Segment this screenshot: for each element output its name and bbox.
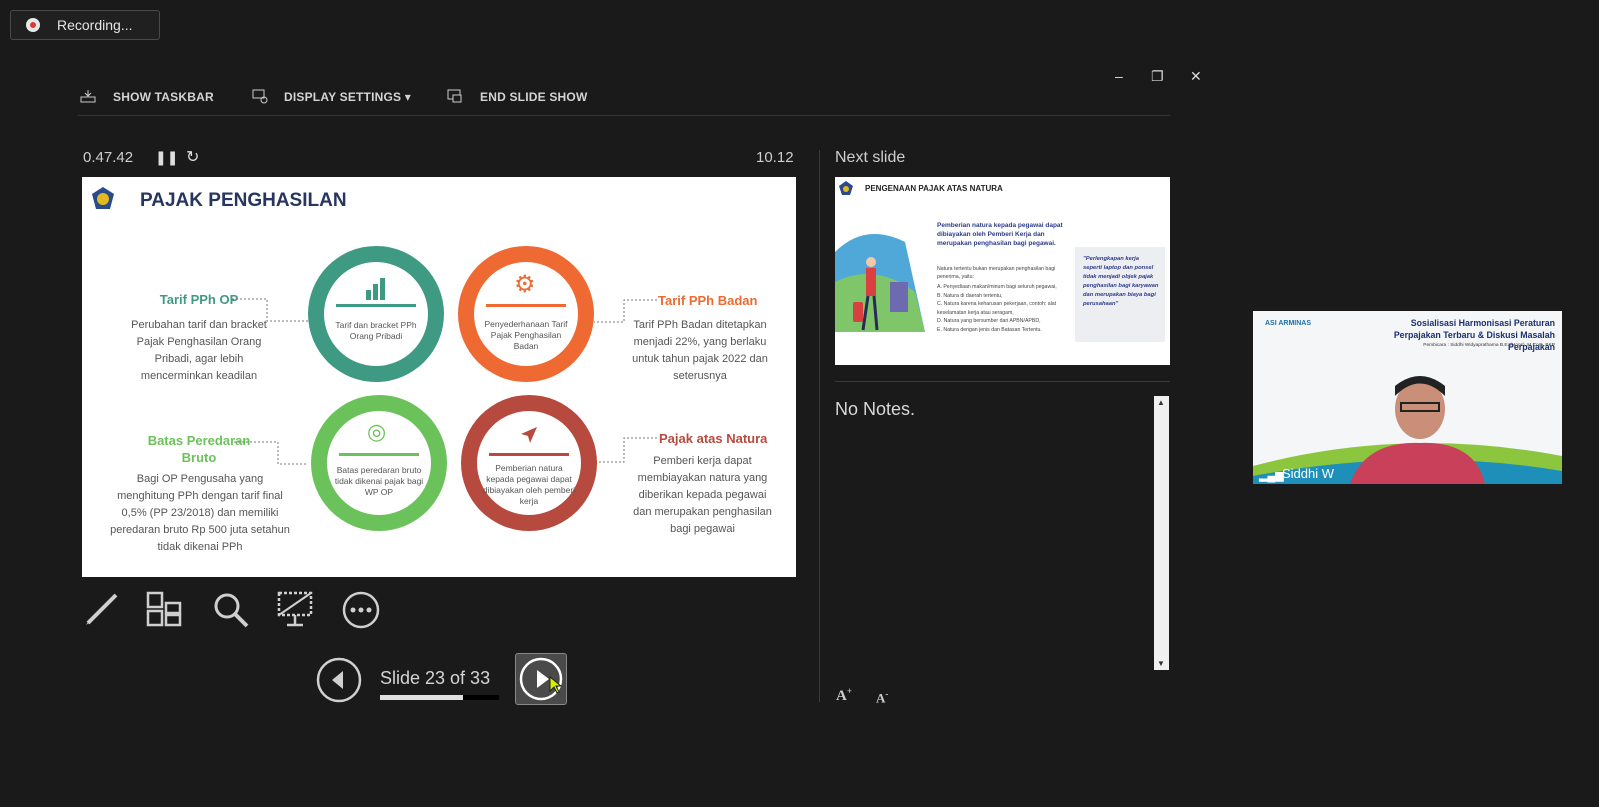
pane-divider[interactable] — [819, 150, 820, 702]
kemenkeu-logo-small-icon — [839, 181, 853, 195]
next-slide-item: C. Natura karena keharusan pekerjaan, co… — [937, 301, 1057, 316]
pen-icon[interactable] — [84, 591, 120, 627]
next-slide-quote: "Perlengkapan kerja seperti laptop dan p… — [1083, 256, 1159, 307]
end-show-icon — [447, 89, 462, 103]
see-all-slides-icon[interactable] — [146, 591, 184, 629]
recording-indicator[interactable]: Recording... — [10, 10, 160, 40]
speaker-notes[interactable]: No Notes. — [835, 399, 915, 420]
end-slide-show-button[interactable]: END SLIDE SHOW — [447, 88, 587, 108]
next-slide-intro: Natura tertentu bukan merupakan penghasi… — [937, 266, 1056, 280]
gear-icon: ⚙ — [514, 271, 536, 298]
participant-video[interactable]: ASI ARMINAS Sosialisasi Harmonisasi Pera… — [1253, 311, 1562, 484]
notes-divider — [835, 381, 1170, 382]
ring-tarif-badan-caption: Penyederhanaan Tarif Pajak Penghasilan B… — [484, 319, 568, 351]
previous-slide-button[interactable] — [315, 656, 363, 704]
next-slide-list: A. Penyediaan makan/minum bagi seluruh p… — [937, 283, 1075, 334]
elapsed-timer: 0.47.42 — [83, 149, 134, 166]
toolbar-divider — [78, 115, 1170, 116]
notes-scrollbar[interactable]: ▲ ▼ — [1154, 396, 1169, 670]
slide-counter: Slide 23 of 33 — [380, 668, 491, 688]
scroll-down-icon[interactable]: ▼ — [1157, 659, 1165, 668]
display-settings-button[interactable]: DISPLAY SETTINGS ▾ — [252, 88, 412, 108]
next-slide-title: PENGENAAN PAJAK ATAS NATURA — [865, 184, 1003, 193]
close-button[interactable]: ✕ — [1190, 68, 1202, 85]
next-slide-item: D. Natura yang bersumber dari APBN/APBD, — [937, 318, 1041, 324]
ring-tarif-badan: ⚙ Penyederhanaan Tarif Pajak Penghasilan… — [458, 246, 594, 382]
connector-lines — [232, 298, 657, 465]
traveler-illustration — [835, 234, 925, 332]
taskbar-icon — [80, 90, 96, 103]
next-slide-label: Next slide — [835, 149, 906, 166]
participant-name: Siddhi W — [1282, 466, 1335, 481]
next-slide-item: E. Natura dengan jenis dan Batasan Terte… — [937, 326, 1042, 333]
clock-time: 10.12 — [756, 149, 794, 166]
zoom-icon[interactable] — [212, 591, 250, 629]
current-slide[interactable]: PAJAK PENGHASILAN Tarif PPh OP Perubahan… — [82, 177, 796, 577]
ring-batas: ◎ Batas peredaran bruto tidak dikenai pa… — [311, 395, 447, 531]
speaker-figure — [1350, 376, 1485, 484]
next-slide-quote-box: "Perlengkapan kerja seperti laptop dan p… — [1075, 247, 1165, 342]
black-screen-icon[interactable] — [276, 590, 316, 630]
restart-timer-icon[interactable]: ↻ — [186, 147, 199, 167]
ring-natura: Pemberian natura kepada pegawai dapat di… — [461, 395, 597, 531]
ring-natura-caption: Pemberian natura kepada pegawai dapat di… — [482, 463, 576, 506]
ring-batas-caption: Batas peredaran bruto tidak dikenai paja… — [334, 465, 424, 497]
target-icon: ◎ — [367, 419, 387, 444]
show-taskbar-label: SHOW TASKBAR — [113, 90, 214, 104]
pause-icon[interactable]: ❚❚ — [155, 149, 178, 166]
display-settings-label: DISPLAY SETTINGS ▾ — [284, 90, 411, 104]
display-settings-icon — [252, 89, 268, 104]
next-slide-item: B. Natura di daerah tertentu, — [937, 292, 1003, 299]
increase-font-icon[interactable]: A+ — [836, 686, 852, 705]
ring-tarif-op-caption: Tarif dan bracket PPh Orang Pribadi — [335, 320, 417, 341]
recording-label: Recording... — [57, 17, 133, 33]
minimize-button[interactable]: – — [1115, 68, 1123, 84]
next-slide-lead: Pemberian natura kepada pegawai dapat di… — [937, 222, 1063, 247]
show-taskbar-button[interactable]: SHOW TASKBAR — [80, 88, 214, 108]
restore-button[interactable]: ❐ — [1151, 68, 1164, 85]
decrease-font-icon[interactable]: A- — [876, 689, 888, 706]
video-logo: ASI ARMINAS — [1265, 320, 1312, 327]
video-banner-sub: Pembicara : Siddhi Widyaprathama B.E. (H… — [1423, 343, 1555, 348]
next-slide-button[interactable] — [515, 653, 567, 705]
mouse-cursor-icon — [549, 676, 563, 694]
next-slide-preview[interactable]: PENGENAAN PAJAK ATAS NATURA Pemberian na… — [835, 177, 1170, 365]
record-icon — [26, 18, 40, 32]
signal-strength-icon: ▂▄▆ — [1259, 470, 1284, 482]
navigation-arrow-icon — [521, 427, 537, 443]
next-slide-item: A. Penyediaan makan/minum bagi seluruh p… — [937, 284, 1057, 290]
bar-chart-icon — [366, 278, 385, 300]
end-slide-show-label: END SLIDE SHOW — [480, 90, 588, 104]
ring-tarif-op: Tarif dan bracket PPh Orang Pribadi — [308, 246, 444, 382]
more-options-icon[interactable] — [341, 590, 381, 630]
scroll-up-icon[interactable]: ▲ — [1157, 398, 1165, 407]
slide-progress-fill — [380, 695, 464, 700]
